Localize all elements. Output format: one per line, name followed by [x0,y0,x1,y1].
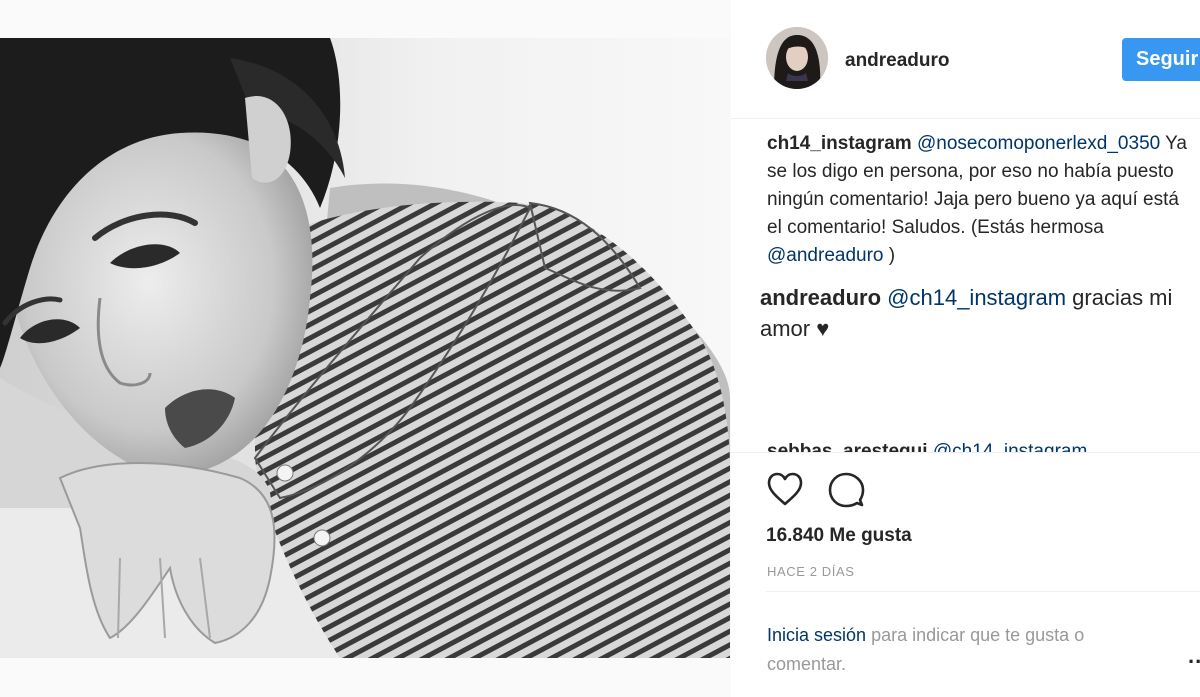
more-options-button[interactable]: ... [1188,643,1200,669]
avatar[interactable] [766,27,828,89]
comment-mention[interactable]: @ch14_instagram [887,285,1066,310]
post-header: andreaduro Seguir [731,0,1200,119]
comment-text-end: ) [883,245,896,266]
comment-item: andreaduro @ch14_instagram gracias mi am… [760,282,1200,344]
post-sidebar: andreaduro Seguir ch14_instagram @noseco… [731,0,1200,697]
comment-mention-2[interactable]: @andreaduro [767,245,883,266]
comment-item: sebbas_arestegui @ch14_instagram [767,438,1187,453]
speech-bubble-icon[interactable] [827,470,865,508]
post-timestamp: HACE 2 DÍAS [767,564,855,579]
comment-mention[interactable]: @nosecomoponerlexd_0350 [917,133,1160,154]
post-photo[interactable] [0,38,730,658]
post-actions: 16.840 Me gusta HACE 2 DÍAS Inicia sesió… [731,452,1200,697]
comment-author[interactable]: ch14_instagram [767,133,912,154]
heart-outline-icon[interactable] [766,471,804,507]
follow-button[interactable]: Seguir [1122,38,1200,81]
divider [766,591,1200,592]
header-username[interactable]: andreaduro [845,50,950,72]
comment-item: ch14_instagram @nosecomoponerlexd_0350 Y… [767,130,1187,270]
comment-author[interactable]: andreaduro [760,285,881,310]
instagram-post-page: andreaduro Seguir ch14_instagram @noseco… [0,0,1200,697]
likes-count[interactable]: 16.840 Me gusta [766,525,912,547]
login-link[interactable]: Inicia sesión [767,625,866,645]
login-prompt: Inicia sesión para indicar que te gusta … [767,621,1167,679]
comments-list: ch14_instagram @nosecomoponerlexd_0350 Y… [731,118,1200,453]
